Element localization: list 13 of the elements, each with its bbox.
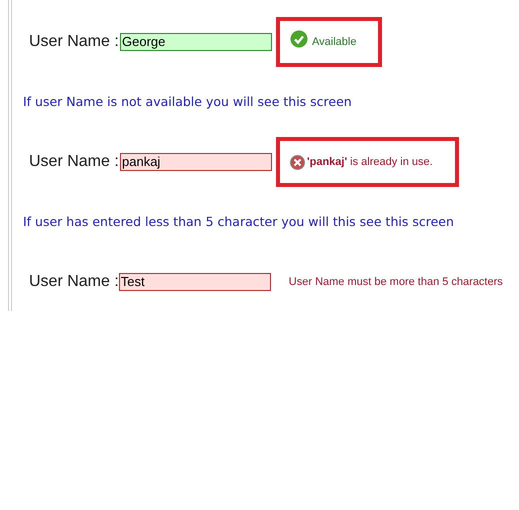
field-label: User Name : [29, 272, 119, 292]
field-label: User Name : [29, 152, 120, 172]
error-icon [290, 154, 305, 170]
status-message: User Name must be more than 5 characters [288, 274, 503, 290]
username-field[interactable]: pankaj [120, 153, 272, 171]
field-label: User Name : [29, 32, 120, 52]
check-icon [290, 30, 308, 48]
hint-text: If user Name is not available you will see this screen [23, 92, 352, 111]
username-field[interactable]: George [120, 33, 272, 51]
username-field[interactable]: Test [118, 273, 271, 291]
status-message: Available [312, 34, 356, 50]
status-message: 'pankaj' is already in use. [307, 154, 433, 170]
hint-text: If user has entered less than 5 character you will this see this screen [23, 212, 454, 231]
